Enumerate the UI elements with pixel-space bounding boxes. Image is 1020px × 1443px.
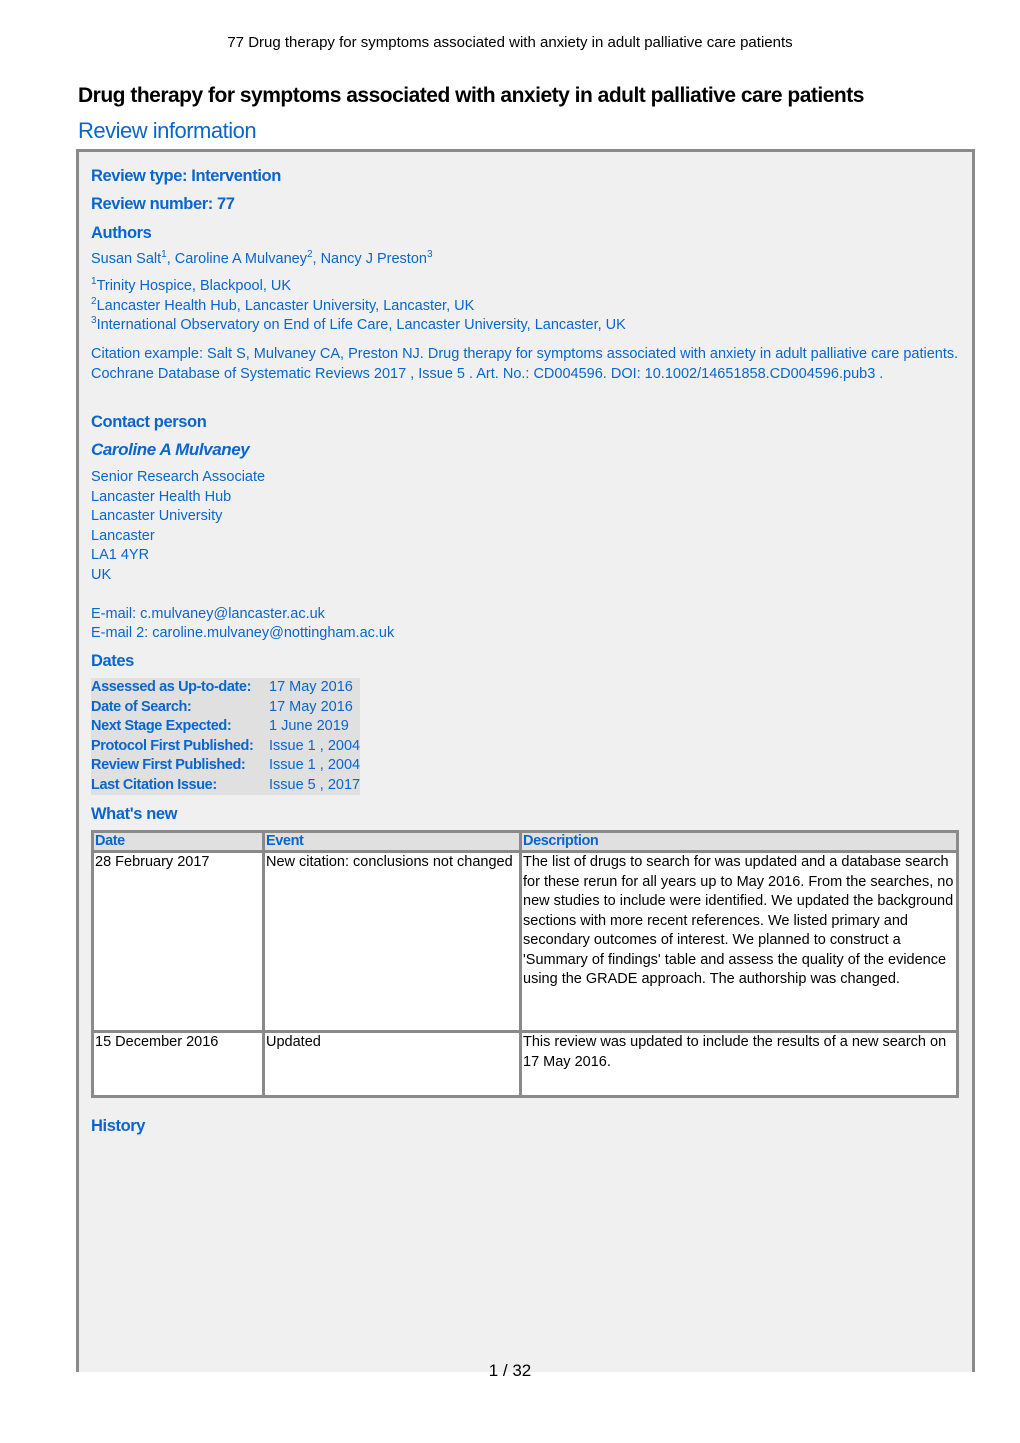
dates-heading: Dates (91, 652, 134, 670)
column-header-date: Date (91, 830, 265, 853)
address-line: Senior Research Associate (91, 469, 266, 485)
cell-event: Updated (262, 1030, 522, 1098)
author-name: Caroline A Mulvaney (174, 251, 307, 267)
dates-row: Assessed as Up-to-date: 17 May 2016 (91, 678, 360, 698)
dates-table: Assessed as Up-to-date: 17 May 2016 Date … (91, 678, 361, 796)
history-heading: History (91, 1117, 146, 1135)
contact-email-2[interactable]: E-mail 2: caroline.mulvaney@nottingham.a… (91, 624, 394, 644)
whats-new-table: Date Event Description 28 February 2017 … (91, 830, 959, 1098)
author: Susan Salt1, (91, 250, 175, 268)
review-type: Review type: Intervention (91, 167, 281, 185)
author: Caroline A Mulvaney2, (174, 250, 321, 268)
author-sep: , (166, 251, 175, 267)
date-label: Last Citation Issue: (91, 776, 217, 793)
cell-description: The list of drugs to search for was upda… (519, 850, 959, 1033)
dates-row: Next Stage Expected: 1 June 2019 (91, 717, 360, 737)
dates-row: Last Citation Issue: Issue 5 , 2017 (91, 776, 360, 796)
citation-example: Citation example: Salt S, Mulvaney CA, P… (91, 346, 959, 382)
dates-row: Date of Search: 17 May 2016 (91, 698, 360, 718)
section-title: Review information (78, 118, 257, 143)
author-name: Nancy J Preston (320, 251, 427, 267)
dates-row: Protocol First Published: Issue 1 , 2004 (91, 737, 360, 757)
author: Nancy J Preston3 (320, 249, 433, 268)
author-name: Susan Salt (91, 251, 162, 267)
contact-name: Caroline A Mulvaney (91, 440, 250, 459)
affiliation: 2Lancaster Health Hub, Lancaster Univers… (91, 297, 475, 315)
column-header-event: Event (262, 830, 522, 853)
dates-row: Review First Published: Issue 1 , 2004 (91, 756, 360, 776)
address-line (91, 585, 394, 605)
affiliation-text: International Observatory on End of Life… (96, 317, 626, 333)
date-value: Issue 5 , 2017 (269, 776, 361, 793)
table-row: 28 February 2017 New citation: conclusio… (91, 850, 959, 1033)
affiliation: 1Trinity Hospice, Blackpool, UK (91, 277, 292, 295)
whats-new-heading: What's new (91, 805, 178, 823)
date-label: Review First Published: (91, 757, 246, 773)
authors-heading: Authors (91, 224, 152, 242)
review-information-box: Review type: Intervention Review number:… (76, 149, 975, 1372)
cell-date: 15 December 2016 (91, 1030, 265, 1098)
review-number: Review number: 77 (91, 195, 235, 213)
cell-date: 28 February 2017 (91, 850, 265, 1033)
affiliation: 3International Observatory on End of Lif… (91, 316, 626, 334)
contact-heading: Contact person (91, 413, 207, 431)
contact-email[interactable]: E-mail: c.mulvaney@lancaster.ac.uk (91, 605, 394, 625)
table-row: 15 December 2016 Updated This review was… (91, 1030, 959, 1098)
date-label: Date of Search: (91, 698, 192, 715)
date-label: Next Stage Expected: (91, 718, 232, 734)
address-line: Lancaster University (91, 508, 223, 524)
address-line: Lancaster Health Hub (91, 488, 232, 505)
date-value: 17 May 2016 (269, 679, 353, 695)
address-line: UK (91, 566, 112, 583)
author-sup: 3 (426, 249, 433, 260)
affiliation-text: Lancaster Health Hub, Lancaster Universi… (96, 298, 475, 314)
document-title: Drug therapy for symptoms associated wit… (78, 84, 864, 107)
page-number: 1 / 32 (488, 1361, 532, 1380)
address-line: Lancaster (91, 527, 155, 544)
authors-list: Susan Salt1, Caroline A Mulvaney2, Nancy… (91, 249, 433, 268)
date-value: 1 June 2019 (269, 718, 349, 734)
date-value: Issue 1 , 2004 (269, 737, 361, 754)
cell-event: New citation: conclusions not changed (262, 850, 522, 1033)
running-header: 77 Drug therapy for symptoms associated … (227, 34, 793, 51)
address-line: LA1 4YR (91, 547, 150, 563)
column-header-description: Description (519, 830, 959, 853)
date-value: 17 May 2016 (269, 698, 353, 715)
author-sep: , (312, 251, 321, 267)
cell-description: This review was updated to include the r… (519, 1030, 959, 1098)
date-label: Assessed as Up-to-date: (91, 679, 252, 695)
contact-address: Senior Research Associate Lancaster Heal… (91, 468, 394, 644)
date-label: Protocol First Published: (91, 737, 254, 754)
affiliation-text: Trinity Hospice, Blackpool, UK (96, 278, 292, 294)
table-header-row: Date Event Description (91, 830, 959, 853)
date-value: Issue 1 , 2004 (269, 757, 361, 773)
